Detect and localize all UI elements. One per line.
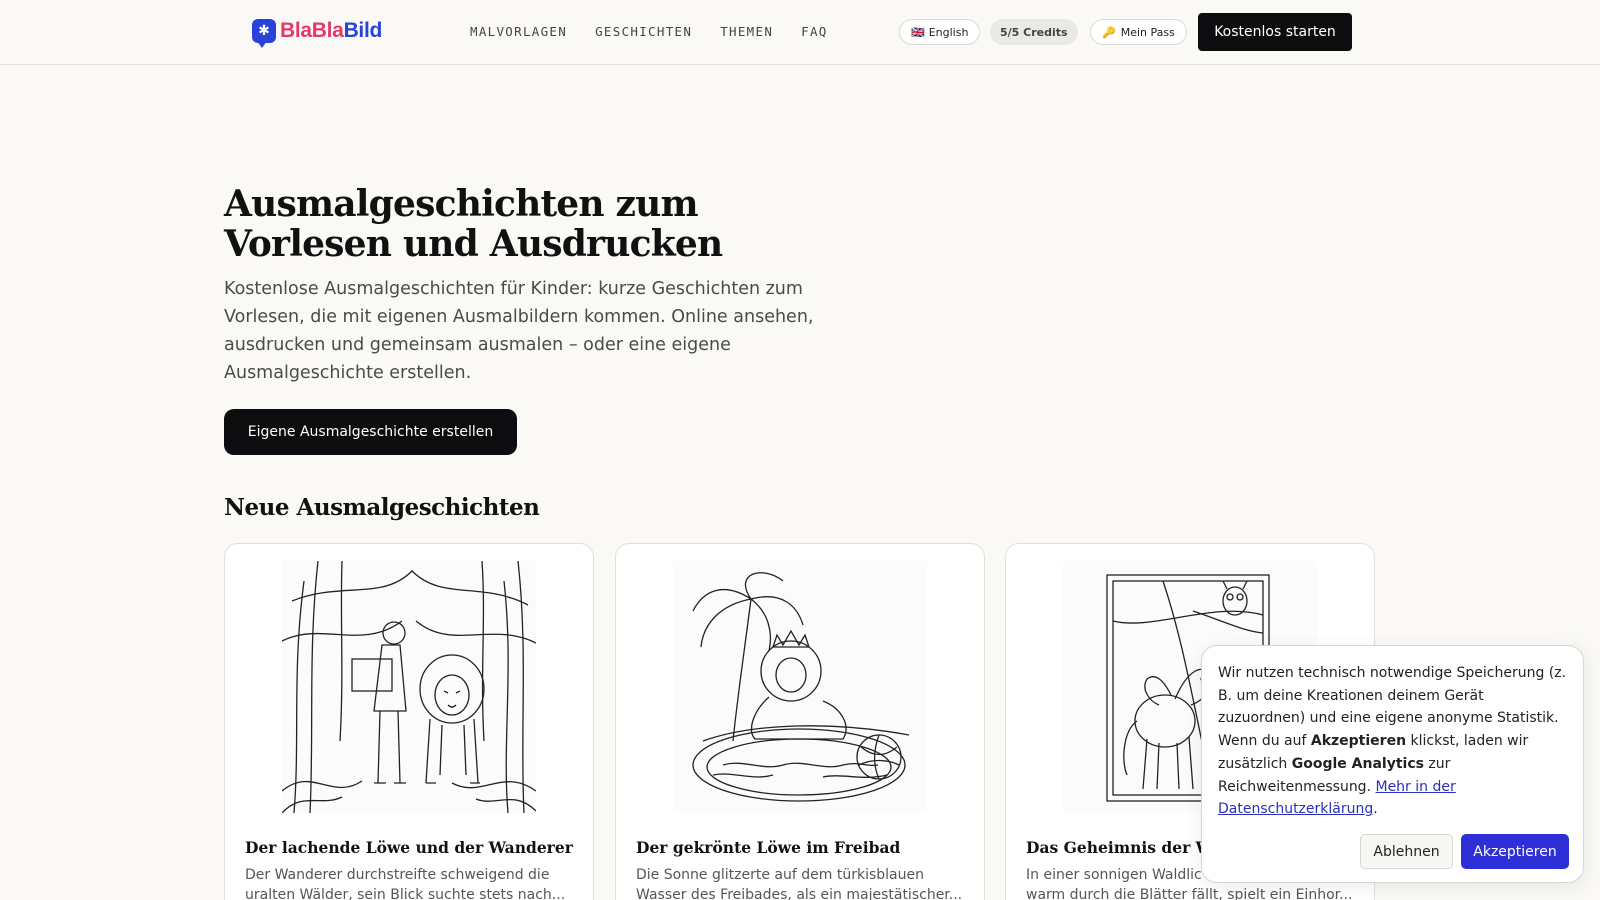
story-title: Der lachende Löwe und der Wanderer — [245, 838, 573, 857]
page-title: Ausmalgeschichten zum Vorlesen und Ausdr… — [224, 183, 723, 265]
story-card[interactable]: Der lachende Löwe und der Wanderer Der W… — [224, 543, 594, 900]
story-excerpt: Die Sonne glitzerte auf dem türkisblauen… — [636, 867, 963, 900]
story-image-crowned-lion-pool — [673, 561, 927, 813]
my-pass-button[interactable]: 🔑 Mein Pass — [1090, 19, 1187, 45]
nav-malvorlagen[interactable]: MALVORLAGEN — [470, 24, 567, 39]
logo-text: BlaBlaBild — [280, 19, 383, 42]
nav-themen[interactable]: THEMEN — [720, 24, 773, 39]
logo[interactable]: ✱ BlaBlaBild — [252, 19, 383, 48]
hero-description: Kostenlose Ausmalgeschichten für Kinder:… — [224, 279, 814, 383]
uk-flag-icon: 🇬🇧 — [911, 25, 925, 39]
language-switch-button[interactable]: 🇬🇧 English — [899, 19, 981, 45]
site-header: ✱ BlaBlaBild MALVORLAGEN GESCHICHTEN THE… — [0, 0, 1600, 65]
asterisk-bubble-icon: ✱ — [252, 19, 276, 48]
accept-button[interactable]: Akzeptieren — [1461, 834, 1569, 869]
start-free-button[interactable]: Kostenlos starten — [1198, 13, 1352, 51]
cookie-consent-text: Wir nutzen technisch notwendige Speicher… — [1218, 665, 1567, 818]
main-nav: MALVORLAGEN GESCHICHTEN THEMEN FAQ — [470, 24, 828, 39]
nav-faq[interactable]: FAQ — [801, 24, 827, 39]
decline-button[interactable]: Ablehnen — [1360, 834, 1453, 869]
cookie-consent-banner: Wir nutzen technisch notwendige Speicher… — [1201, 645, 1584, 883]
story-title: Der gekrönte Löwe im Freibad — [636, 838, 901, 857]
story-image-lion-wanderer — [282, 561, 536, 813]
section-title: Neue Ausmalgeschichten — [224, 494, 540, 521]
nav-geschichten[interactable]: GESCHICHTEN — [595, 24, 692, 39]
credits-badge: 5/5 Credits — [990, 19, 1078, 45]
story-card[interactable]: Der gekrönte Löwe im Freibad Die Sonne g… — [615, 543, 985, 900]
create-story-button[interactable]: Eigene Ausmalgeschichte erstellen — [224, 409, 517, 455]
key-icon: 🔑 — [1102, 25, 1116, 39]
story-excerpt: Der Wanderer durchstreifte schweigend di… — [245, 867, 566, 900]
language-label: English — [928, 25, 969, 39]
my-pass-label: Mein Pass — [1120, 25, 1175, 39]
